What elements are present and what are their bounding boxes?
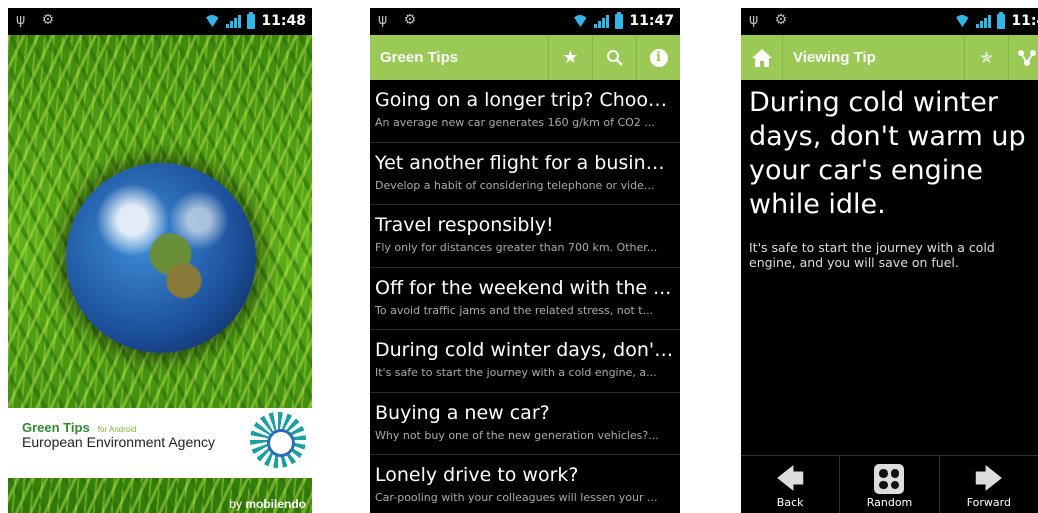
item-subtitle: Fly only for distances greater than 700 … [375,241,658,254]
list-item[interactable]: Lonely drive to work? Car-pooling with yo… [370,455,680,513]
share-icon[interactable] [1008,35,1038,80]
item-title: Off for the weekend with the ... [375,276,672,299]
list-item[interactable]: Yet another flight for a busine... Develo… [370,143,680,205]
credit-prefix: by [229,497,242,511]
splash-screen: ψ ⚙ 11:48 Green Tips for Android Europea… [8,8,312,513]
tips-list: Going on a longer trip? Choos... An avera… [370,80,680,513]
dice-icon [874,464,905,494]
earth-globe-image [66,163,256,353]
item-subtitle: It's safe to start the journey with a co… [375,366,657,379]
tips-list-screen: ψ ⚙ 11:47 Green Tips ★ i Going on a long… [370,8,680,513]
home-icon[interactable] [741,35,783,80]
brand-band: Green Tips for Android European Environm… [8,408,312,478]
signal-icon [976,14,992,28]
status-clock: 11:48 [1011,13,1038,29]
back-button[interactable]: 🡄 Back [741,456,841,513]
forward-button[interactable]: 🡆 Forward [940,456,1038,513]
screen-title: Viewing Tip [793,49,876,66]
item-title: Yet another flight for a busine... [375,151,675,174]
status-bar: ψ ⚙ 11:47 [370,8,680,35]
item-subtitle: An average new car generates 160 g/km of… [375,116,655,129]
wifi-icon [204,15,221,27]
random-button[interactable]: Random [840,456,940,513]
tip-detail-screen: ψ ⚙ 11:48 Viewing Tip ✯ During cold wint… [741,8,1038,513]
agency-name: European Environment Agency [22,434,216,450]
status-clock: 11:47 [629,13,674,29]
back-label: Back [776,496,804,509]
battery-icon [615,11,624,29]
left-arrow-icon: 🡄 [775,462,805,495]
brand-title: Green Tips [22,420,90,435]
info-button[interactable]: i [636,35,680,80]
item-subtitle: Car-pooling with your colleagues will le… [375,491,658,504]
forward-label: Forward [966,496,1011,509]
usb-icon: ψ ⚙ [749,12,794,28]
battery-icon [997,11,1006,29]
list-item[interactable]: Buying a new car? Why not buy one of the … [370,393,680,455]
tip-heading: During cold winter days, don't warm up y… [749,87,1026,220]
list-item[interactable]: During cold winter days, don't... It's sa… [370,330,680,393]
credit-text: by mobilendo [229,497,306,511]
signal-icon [226,14,242,28]
grass-background: Green Tips for Android European Environm… [8,35,312,513]
action-bar: Green Tips ★ i [370,35,680,80]
item-title: Buying a new car? [375,401,550,424]
search-icon[interactable] [592,35,636,80]
item-title: During cold winter days, don't... [375,339,675,361]
usb-icon: ψ ⚙ [16,12,61,28]
item-subtitle: Why not buy one of the new generation ve… [375,428,659,442]
wifi-icon [572,15,589,27]
item-subtitle: Develop a habit of considering telephone… [375,178,655,192]
star-outline-icon[interactable]: ✯ [964,35,1008,80]
app-title: Green Tips [380,49,459,66]
random-label: Random [866,496,913,509]
credit-name: mobilendo [245,497,306,511]
list-item[interactable]: Off for the weekend with the ... To avoid… [370,268,680,330]
list-item[interactable]: Travel responsibly! Fly only for distance… [370,205,680,268]
status-clock: 11:48 [261,13,306,29]
eea-logo [250,412,306,468]
star-icon[interactable]: ★ [548,35,592,80]
item-title: Travel responsibly! [375,214,554,236]
item-title: Lonely drive to work? [375,464,579,486]
battery-icon [247,11,256,29]
brand-subtitle: for Android [97,425,137,434]
info-icon: i [649,48,668,67]
action-bar: Viewing Tip ✯ [741,35,1038,80]
usb-icon: ψ ⚙ [378,12,423,28]
item-subtitle: To avoid traffic jams and the related st… [375,303,654,317]
bottom-navigation: 🡄 Back Random 🡆 Forward [741,455,1038,513]
list-item[interactable]: Going on a longer trip? Choos... An avera… [370,80,680,143]
signal-icon [594,14,610,28]
item-title: Going on a longer trip? Choos... [375,89,675,111]
right-arrow-icon: 🡆 [974,462,1004,495]
status-bar: ψ ⚙ 11:48 [741,8,1038,35]
wifi-icon [954,15,971,27]
status-bar: ψ ⚙ 11:48 [8,8,312,35]
tip-body: It's safe to start the journey with a co… [749,240,995,270]
